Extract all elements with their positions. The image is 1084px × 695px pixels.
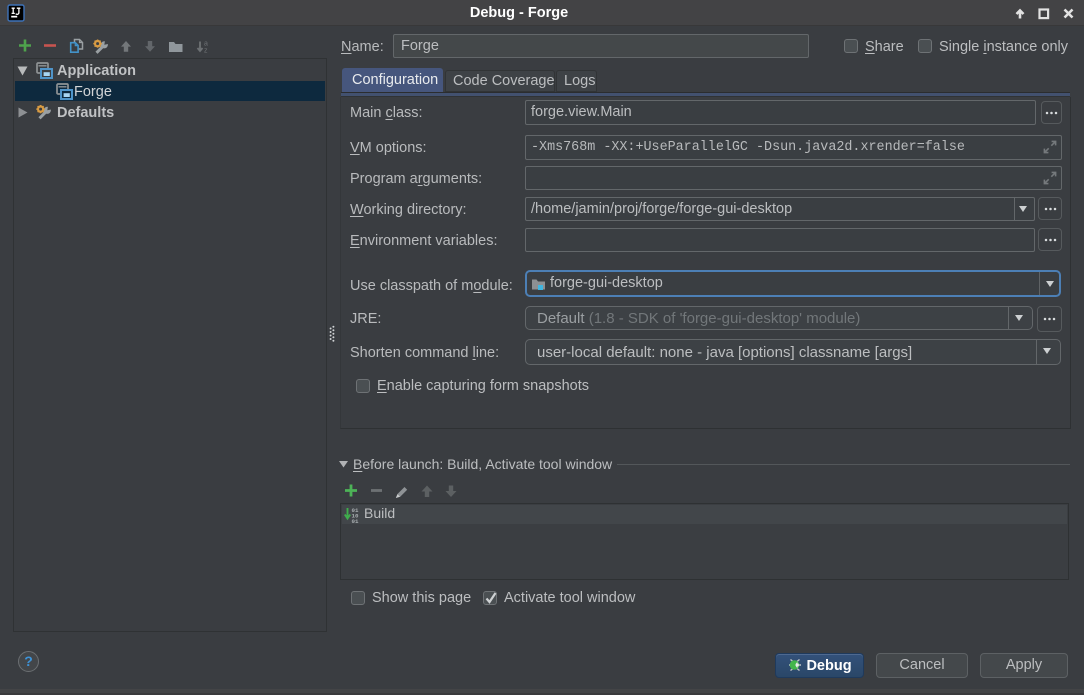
svg-text:z: z — [204, 48, 208, 55]
svg-text:a: a — [204, 41, 208, 48]
svg-text:01: 01 — [352, 518, 359, 523]
